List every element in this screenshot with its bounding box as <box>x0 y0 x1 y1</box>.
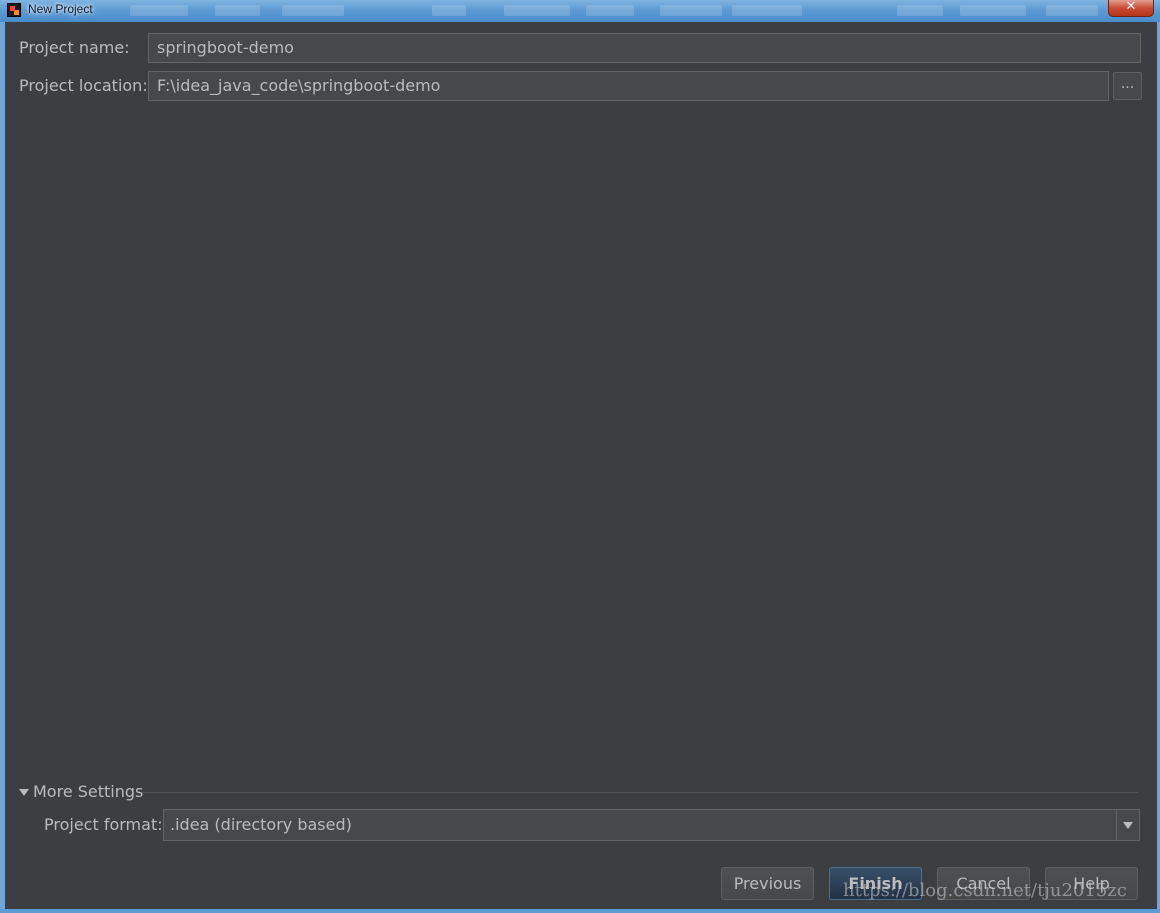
project-location-label: Project location: <box>19 76 148 95</box>
close-icon: ✕ <box>1125 0 1137 14</box>
window-titlebar: New Project ✕ <box>0 0 1160 22</box>
window-frame-bottom <box>0 909 1160 913</box>
project-format-value: .idea (directory based) <box>170 815 352 834</box>
close-window-button[interactable]: ✕ <box>1108 0 1154 17</box>
window-title: New Project <box>28 2 93 16</box>
triangle-down-icon <box>19 789 29 796</box>
project-format-select[interactable]: .idea (directory based) <box>163 809 1140 841</box>
chevron-down-icon[interactable] <box>1116 810 1139 840</box>
project-name-input[interactable]: springboot-demo <box>148 33 1141 63</box>
more-settings-label: More Settings <box>33 782 144 801</box>
divider <box>142 792 1138 793</box>
project-name-label: Project name: <box>19 38 130 57</box>
app-icon <box>7 3 21 17</box>
browse-button[interactable]: ... <box>1113 72 1142 100</box>
project-location-input[interactable]: F:\idea_java_code\springboot-demo <box>148 71 1109 101</box>
previous-button[interactable]: Previous <box>721 867 814 900</box>
background-taskbar-blur <box>120 5 1110 17</box>
watermark-text: https://blog.csdn.net/tju2015zc <box>843 880 1127 901</box>
project-format-label: Project format: <box>44 815 163 834</box>
new-project-dialog: Project name: springboot-demo Project lo… <box>5 22 1157 909</box>
